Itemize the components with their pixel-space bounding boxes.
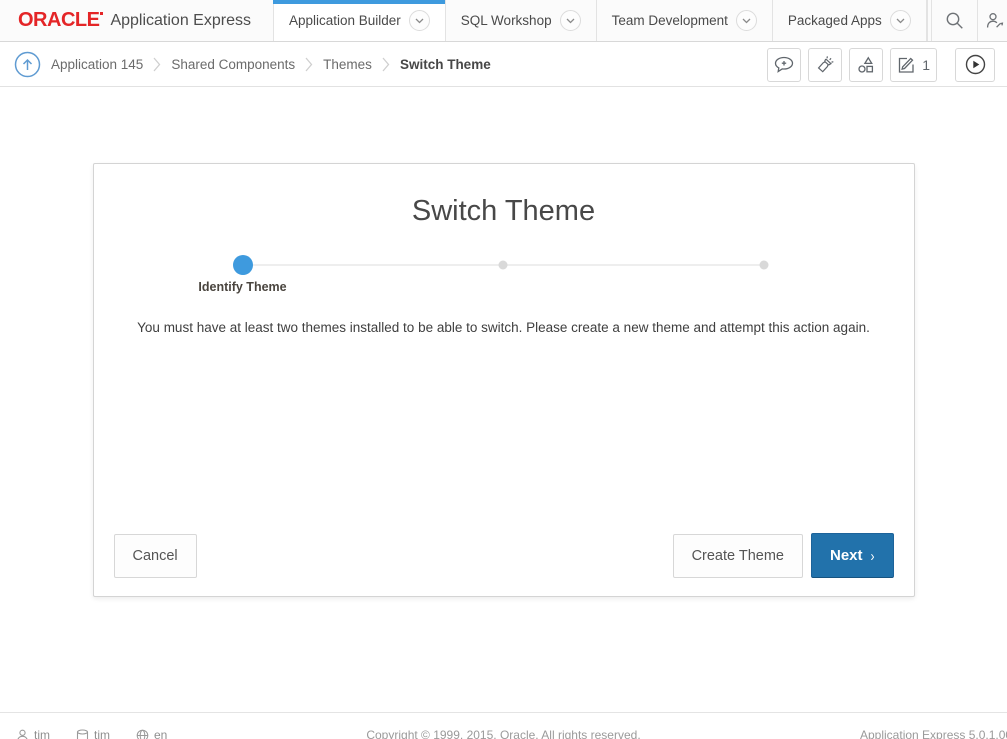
copyright-text: Copyright © 1999, 2015, Oracle. All righ… (366, 728, 640, 739)
chevron-down-icon[interactable] (409, 10, 430, 31)
shared-components-button[interactable] (849, 48, 883, 82)
breadcrumb-item-themes[interactable]: Themes (323, 57, 372, 72)
up-level-button[interactable] (14, 51, 41, 78)
wizard-button-bar: Cancel Create Theme Next › (114, 533, 894, 578)
breadcrumb-item-switch-theme: Switch Theme (400, 57, 491, 72)
oracle-wordmark: ORACLE (18, 9, 99, 32)
search-icon (945, 11, 964, 30)
footer-language-code: en (154, 728, 167, 739)
play-icon (965, 54, 986, 75)
footer-language: en (136, 728, 167, 739)
page-body: Switch Theme Identify Theme You must hav… (0, 88, 1007, 712)
tab-label: SQL Workshop (461, 13, 552, 28)
tab-team-development[interactable]: Team Development (596, 0, 772, 41)
shapes-icon (856, 55, 876, 75)
search-button[interactable] (931, 0, 977, 41)
oracle-logo[interactable]: ORACLE Application Express (0, 0, 273, 41)
step-dot-todo (759, 261, 768, 270)
find-button[interactable] (808, 48, 842, 82)
wizard-progress: Identify Theme (243, 255, 764, 275)
breadcrumb-chevron-icon (153, 57, 161, 72)
wizard-message: You must have at least two themes instal… (94, 320, 914, 335)
feedback-button[interactable] (767, 48, 801, 82)
next-button-label: Next (830, 547, 863, 564)
tab-sql-workshop[interactable]: SQL Workshop (445, 0, 596, 41)
breadcrumb-chevron-icon (382, 57, 390, 72)
cancel-button[interactable]: Cancel (114, 534, 197, 578)
admin-wrench-user-icon (985, 11, 1005, 31)
topbar-utility-icons: ? (927, 0, 1007, 41)
current-step-label: Identify Theme (198, 280, 286, 294)
step-dot-current (233, 255, 253, 275)
version-text: Application Express 5.0.1.00.06 (860, 728, 1007, 739)
chevron-down-icon[interactable] (890, 10, 911, 31)
user-icon (16, 729, 29, 739)
tab-application-builder[interactable]: Application Builder (273, 0, 445, 41)
run-application-button[interactable] (955, 48, 995, 82)
footer-schema: tim (76, 728, 110, 739)
tab-label: Team Development (612, 13, 728, 28)
page-title: Switch Theme (94, 164, 914, 228)
tab-label: Packaged Apps (788, 13, 882, 28)
oracle-trademark-mark (100, 12, 103, 15)
comment-plus-icon (774, 56, 794, 74)
product-name: Application Express (110, 12, 251, 30)
chevron-down-icon[interactable] (560, 10, 581, 31)
footer-user: tim (16, 728, 50, 739)
breadcrumb-chevron-icon (305, 57, 313, 72)
step-dot-todo (499, 261, 508, 270)
tab-label: Application Builder (289, 13, 401, 28)
create-theme-button[interactable]: Create Theme (673, 534, 803, 578)
database-icon (76, 729, 89, 739)
globe-icon (136, 729, 149, 739)
footer-user-name: tim (34, 728, 50, 739)
breadcrumb-bar: Application 145 Shared Components Themes… (0, 43, 1007, 87)
page-number: 1 (922, 57, 930, 73)
breadcrumb-item-application-145[interactable]: Application 145 (51, 57, 143, 72)
primary-tabs: Application Builder SQL Workshop Team De… (273, 0, 927, 41)
footer-schema-name: tim (94, 728, 110, 739)
administration-menu-button[interactable] (977, 0, 1007, 41)
page-footer: tim tim en Copyright © 1999, 2015, Orac (0, 712, 1007, 739)
flashlight-icon (815, 55, 835, 75)
switch-theme-wizard-card: Switch Theme Identify Theme You must hav… (93, 163, 915, 597)
footer-session-info: tim tim en (16, 728, 167, 739)
top-navigation-bar: ORACLE Application Express Application B… (0, 0, 1007, 42)
breadcrumb-item-shared-components[interactable]: Shared Components (171, 57, 295, 72)
page-toolbar: 1 (760, 48, 995, 82)
chevron-right-icon: › (871, 547, 875, 565)
edit-page-button[interactable]: 1 (890, 48, 937, 82)
chevron-down-icon[interactable] (736, 10, 757, 31)
edit-icon (897, 55, 916, 74)
next-button[interactable]: Next › (811, 533, 894, 578)
tab-packaged-apps[interactable]: Packaged Apps (772, 0, 927, 41)
